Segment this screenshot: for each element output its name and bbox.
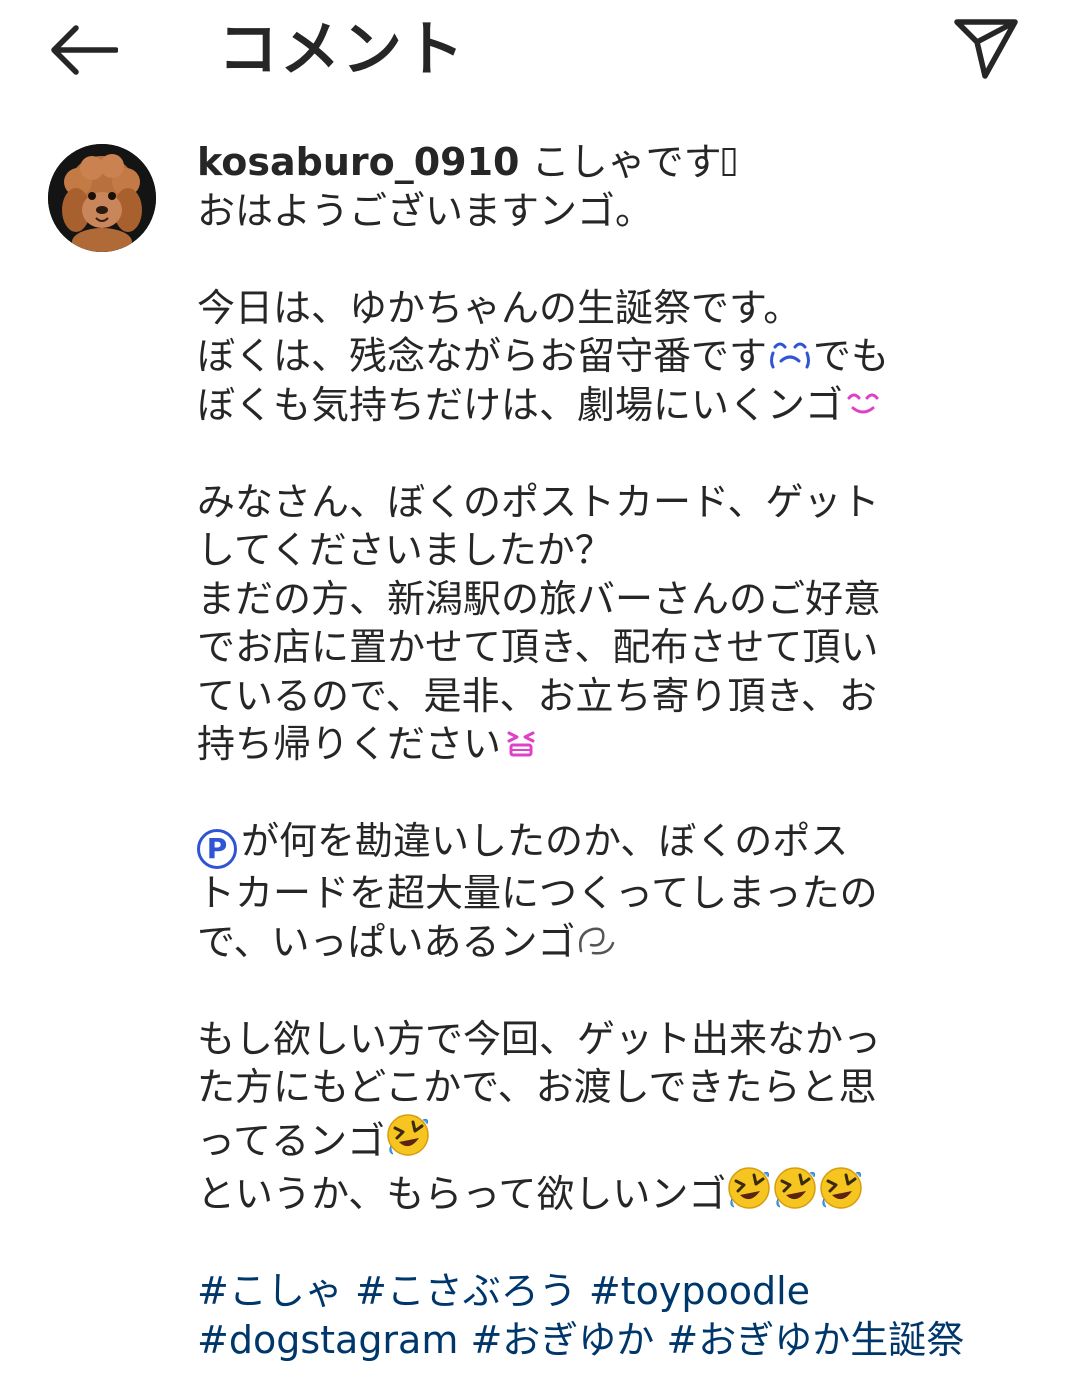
rolling-laughing-icon — [820, 1167, 863, 1209]
comment-first-line: kosaburo_0910 こしゃです — [197, 138, 1027, 187]
dash-icon — [579, 927, 615, 955]
comment-line: ぼくは、残念ながらお留守番です でも — [197, 332, 1027, 381]
hashtag-link[interactable]: #おぎゆか — [470, 1318, 654, 1362]
comment-line-text: で、いっぱいあるンゴ — [197, 919, 576, 964]
comment-line: みなさん、ぼくのポストカード、ゲット — [197, 479, 880, 524]
crying-face-icon — [770, 342, 811, 369]
back-button[interactable] — [40, 18, 126, 82]
hashtag-link[interactable]: #dogstagram — [197, 1318, 458, 1362]
comment-line: まだの方、新潟駅の旅バーさんのご好意 — [197, 576, 882, 621]
comment-line-text: ってるンゴ — [197, 1118, 386, 1163]
avatar[interactable] — [48, 144, 156, 252]
rolling-laughing-icon — [728, 1167, 771, 1209]
poodle-avatar-image — [48, 144, 156, 252]
hashtag-link[interactable]: #こさぶろう — [355, 1269, 577, 1313]
comment-line-text: でも — [813, 334, 890, 378]
hashtag-link[interactable]: #こしゃ — [197, 1269, 343, 1313]
comment-line-text: ぼくも気持ちだけは、劇場にいくンゴ — [197, 382, 844, 427]
comment-intro: こしゃです — [519, 140, 722, 184]
comment-line: 今日は、ゆかちゃんの生誕祭です。 — [197, 285, 802, 330]
comment-line-text: が何を勘違いしたのか、ぼくのポス — [241, 819, 849, 863]
laughing-face-icon — [507, 731, 535, 757]
comment-line: ってるンゴ — [197, 1112, 1027, 1166]
comment-line: で、いっぱいあるンゴ — [197, 918, 1027, 967]
comment-line: というか、もらって欲しいンゴ — [197, 1165, 1027, 1219]
comment-line: トカードを超大量につくってしまったの — [197, 871, 878, 916]
top-bar: コメント — [0, 0, 1080, 100]
comment-text: kosaburo_0910 こしゃです おはようございますンゴ。 今日は、ゆかち… — [197, 138, 1027, 1364]
username-link[interactable]: kosaburo_0910 — [197, 140, 519, 184]
comment-line: もし欲しい方で今回、ゲット出来なかっ — [197, 1016, 882, 1061]
comment-line-text: ぼくは、残念ながらお留守番です — [197, 334, 768, 378]
hashtag-link[interactable]: #おぎゆか生誕祭 — [666, 1318, 964, 1362]
comment-line: でお店に置かせて頂き、配布させて頂い — [197, 625, 879, 669]
share-button[interactable] — [944, 10, 1028, 86]
comment-line: おはようございますンゴ。 — [197, 188, 654, 233]
comment-line: ぼくも気持ちだけは、劇場にいくンゴ — [197, 381, 1027, 430]
comment-line: P が何を勘違いしたのか、ぼくのポス — [197, 817, 1027, 870]
comment-line-text: というか、もらって欲しいンゴ — [197, 1172, 727, 1217]
rolling-laughing-icon — [387, 1114, 429, 1156]
smiling-face-icon — [847, 393, 879, 413]
unknown-glyph-icon — [722, 148, 736, 176]
rolling-laughing-icon — [774, 1167, 817, 1209]
comment-line: してくださいましたか？ — [197, 528, 613, 572]
comment-line: た方にもどこかで、お渡しできたらと思 — [197, 1065, 877, 1110]
hashtags-line: #こしゃ #こさぶろう #toypoodle — [197, 1267, 1027, 1316]
comment-line-text: 持ち帰りください — [197, 722, 502, 766]
comment-line: 持ち帰りください — [197, 720, 1027, 769]
p-badge-icon: P — [197, 829, 237, 870]
paper-plane-icon — [954, 19, 1018, 79]
hashtags-line: #dogstagram #おぎゆか #おぎゆか生誕祭 — [197, 1316, 1027, 1365]
comment-line: ているので、是非、お立ち寄り頂き、お — [197, 673, 877, 718]
page-title: コメント — [218, 15, 466, 85]
arrow-left-icon — [51, 25, 118, 75]
hashtag-link[interactable]: #toypoodle — [589, 1269, 810, 1313]
